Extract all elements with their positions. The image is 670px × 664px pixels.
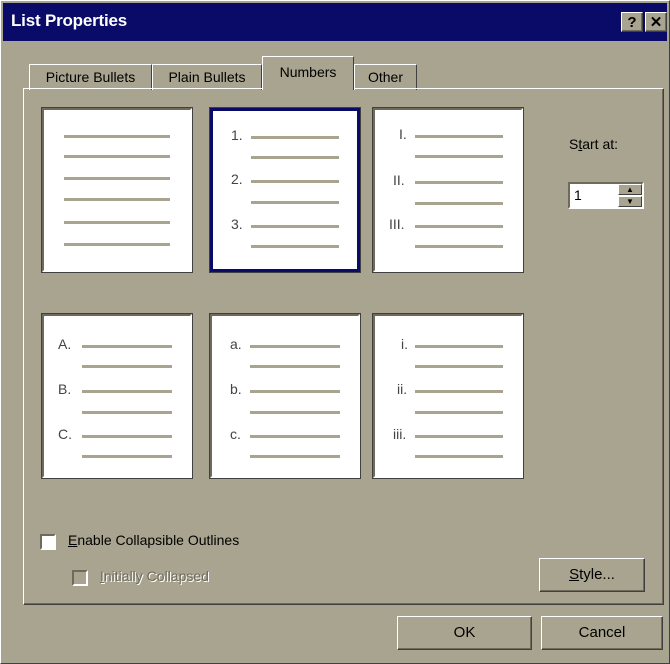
tab-strip: Picture Bullets Plain Bullets Numbers Ot… (1, 56, 670, 90)
enable-collapsible-label: Enable Collapsible Outlines (68, 532, 240, 548)
marker-1: 1. (231, 127, 243, 143)
marker-2: II. (393, 172, 405, 188)
help-button[interactable]: ? (621, 12, 643, 32)
ok-button[interactable]: OK (397, 616, 532, 650)
marker-2: 2. (231, 171, 243, 187)
numbers-tab-panel: 1. 2. 3. I. II. III. Start at: A. B. C. … (23, 88, 664, 605)
marker-2: ii. (397, 381, 408, 397)
tab-numbers[interactable]: Numbers (262, 56, 354, 90)
initially-collapsed-label: Initially Collapsed (100, 568, 209, 584)
style-lower-alpha[interactable]: a. b. c. (209, 313, 361, 479)
style-upper-roman[interactable]: I. II. III. (372, 107, 524, 273)
start-at-label: Start at: (569, 136, 619, 152)
spinner-buttons: ▲ ▼ (618, 184, 642, 207)
marker-2: b. (230, 381, 242, 397)
spin-up-icon[interactable]: ▲ (618, 184, 642, 195)
tab-other[interactable]: Other (354, 64, 417, 90)
marker-3: 3. (231, 216, 243, 232)
style-arabic-numerals[interactable]: 1. 2. 3. (209, 107, 361, 273)
marker-2: B. (58, 381, 72, 397)
title-bar: List Properties ? ✕ (3, 3, 667, 41)
dialog-title: List Properties (11, 11, 128, 30)
style-button[interactable]: Style... (539, 558, 645, 592)
style-upper-alpha[interactable]: A. B. C. (41, 313, 193, 479)
style-lower-roman[interactable]: i. ii. iii. (372, 313, 524, 479)
marker-3: C. (58, 426, 72, 442)
tab-plain-bullets[interactable]: Plain Bullets (152, 64, 262, 90)
cancel-button[interactable]: Cancel (541, 616, 663, 650)
marker-1: I. (399, 126, 407, 142)
marker-3: III. (389, 216, 405, 232)
start-at-spinner[interactable]: 1 ▲ ▼ (568, 182, 644, 209)
close-button[interactable]: ✕ (645, 12, 667, 32)
initially-collapsed-checkbox[interactable] (72, 570, 88, 586)
style-none[interactable] (41, 107, 193, 273)
start-at-value[interactable]: 1 (574, 187, 582, 203)
marker-1: a. (230, 336, 242, 352)
list-properties-dialog: List Properties ? ✕ Picture Bullets Plai… (0, 0, 670, 664)
marker-1: A. (58, 336, 72, 352)
marker-3: c. (230, 426, 241, 442)
enable-collapsible-checkbox[interactable] (40, 534, 56, 550)
tab-picture-bullets[interactable]: Picture Bullets (29, 64, 152, 90)
marker-3: iii. (393, 426, 407, 442)
marker-1: i. (401, 336, 408, 352)
spin-down-icon[interactable]: ▼ (618, 196, 642, 207)
